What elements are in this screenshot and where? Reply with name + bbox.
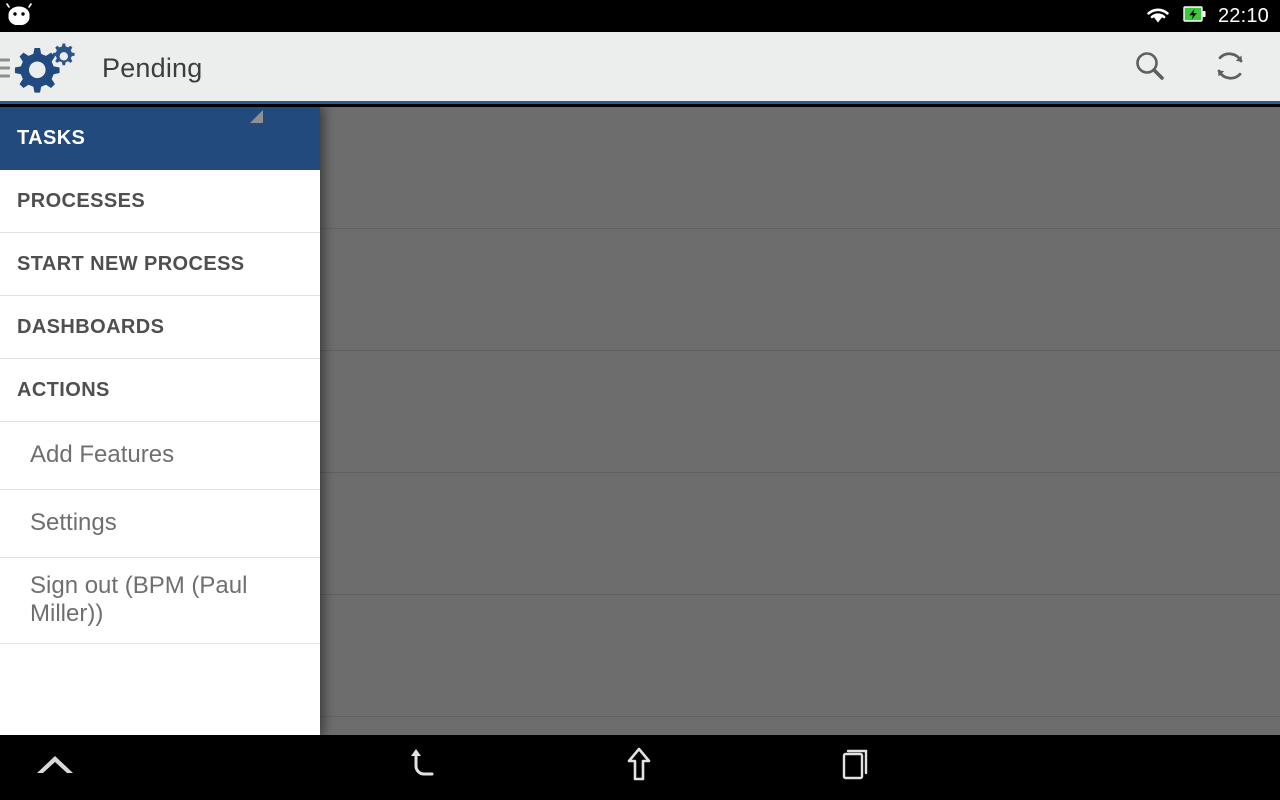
battery-charging-icon	[1183, 3, 1207, 30]
hamburger-menu-icon[interactable]	[0, 58, 10, 78]
sidebar-item-processes[interactable]: PROCESSES	[0, 170, 320, 233]
search-icon	[1131, 47, 1169, 90]
status-bar-clock: 22:10	[1217, 4, 1269, 27]
sidebar-item-dashboards[interactable]: DASHBOARDS	[0, 296, 320, 359]
wifi-icon	[1144, 3, 1172, 30]
sidebar-item-add-features[interactable]: Add Features	[0, 422, 320, 490]
page-title[interactable]: Pending	[102, 54, 203, 82]
sidebar-item-start-new-process[interactable]: START NEW PROCESS	[0, 233, 320, 296]
android-screen: 22:10 Pending TASKS PROCESSES START NEW …	[0, 0, 1280, 800]
sidebar-item-label: Add Features	[30, 441, 175, 469]
home-button[interactable]	[602, 735, 676, 800]
refresh-button[interactable]	[1204, 42, 1256, 94]
system-navigation-bar	[0, 735, 1280, 800]
hamburger-bar	[0, 58, 10, 62]
sidebar-item-label: Settings	[30, 509, 117, 537]
chevron-up-icon	[32, 748, 78, 787]
recent-apps-button[interactable]	[818, 735, 892, 800]
sidebar-item-tasks[interactable]: TASKS	[0, 107, 320, 170]
sidebar-item-label: ACTIONS	[17, 378, 110, 401]
sidebar-item-label: DASHBOARDS	[17, 315, 165, 338]
hamburger-bar	[0, 74, 10, 78]
home-icon	[618, 744, 660, 791]
sidebar-item-settings[interactable]: Settings	[0, 490, 320, 558]
status-bar-notifications	[0, 2, 32, 30]
status-bar: 22:10	[0, 0, 1280, 32]
sidebar-item-sign-out[interactable]: Sign out (BPM (Paul Miller))	[0, 558, 320, 644]
expand-navbar-button[interactable]	[18, 735, 92, 800]
back-button[interactable]	[386, 735, 460, 800]
search-button[interactable]	[1124, 42, 1176, 94]
sidebar-item-label: TASKS	[17, 126, 86, 149]
refresh-icon	[1211, 47, 1249, 90]
navigation-drawer: TASKS PROCESSES START NEW PROCESS DASHBO…	[0, 107, 320, 735]
recent-apps-icon	[834, 744, 876, 791]
sidebar-item-label: START NEW PROCESS	[17, 252, 245, 275]
gears-logo-icon	[14, 39, 80, 97]
android-robot-icon	[6, 2, 32, 30]
status-bar-system-icons: 22:10	[1144, 3, 1280, 30]
sidebar-item-label: PROCESSES	[17, 189, 146, 212]
sidebar-item-label: Sign out (BPM (Paul Miller))	[30, 572, 248, 628]
back-arrow-icon	[402, 744, 444, 791]
action-bar: Pending	[0, 32, 1280, 123]
sidebar-item-actions[interactable]: ACTIONS	[0, 359, 320, 422]
hamburger-bar	[0, 66, 10, 70]
action-bar-buttons	[1124, 42, 1280, 94]
dropdown-triangle-icon[interactable]	[250, 110, 263, 123]
